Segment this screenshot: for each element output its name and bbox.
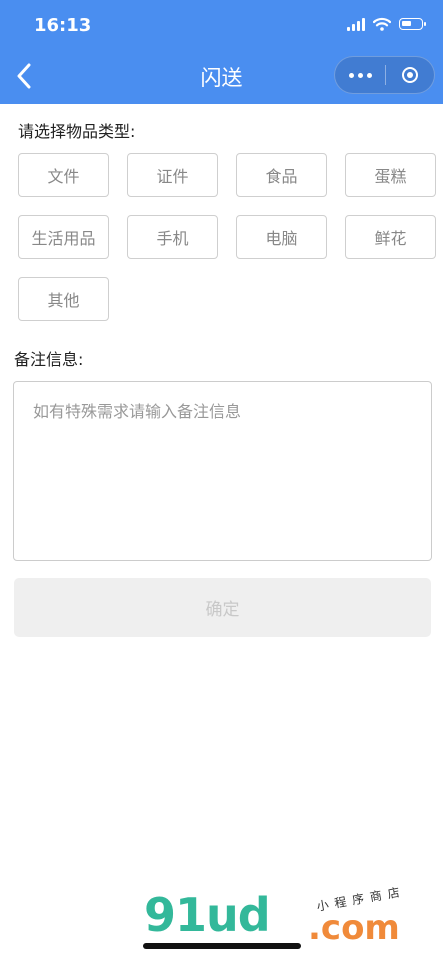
chip-computer[interactable]: 电脑 — [236, 215, 327, 259]
chip-other[interactable]: 其他 — [18, 277, 109, 321]
wifi-icon — [373, 17, 391, 31]
remarks-placeholder: 如有特殊需求请输入备注信息 — [33, 402, 242, 421]
status-icons — [347, 17, 426, 31]
chip-food[interactable]: 食品 — [236, 153, 327, 197]
close-miniprogram-button[interactable] — [386, 57, 434, 93]
watermark-suffix: .com — [308, 908, 400, 948]
chip-phone[interactable]: 手机 — [127, 215, 218, 259]
chip-flowers[interactable]: 鲜花 — [345, 215, 436, 259]
item-type-label: 请选择物品类型: — [18, 122, 136, 141]
target-icon — [402, 67, 418, 83]
watermark-main: 91ud — [144, 888, 271, 942]
remarks-label: 备注信息: — [14, 350, 84, 369]
confirm-button[interactable]: 确定 — [14, 578, 431, 637]
chip-cake[interactable]: 蛋糕 — [345, 153, 436, 197]
chip-file[interactable]: 文件 — [18, 153, 109, 197]
chip-id-document[interactable]: 证件 — [127, 153, 218, 197]
more-options-icon[interactable] — [335, 57, 385, 93]
battery-icon — [399, 18, 426, 30]
capsule-menu — [334, 56, 435, 94]
chip-daily-goods[interactable]: 生活用品 — [18, 215, 109, 259]
item-type-options: 文件 证件 食品 蛋糕 生活用品 手机 电脑 鲜花 其他 — [18, 153, 436, 321]
header: 16:13 闪送 — [0, 0, 443, 104]
status-time: 16:13 — [34, 15, 92, 36]
remarks-input[interactable]: 如有特殊需求请输入备注信息 — [13, 381, 432, 561]
home-indicator[interactable] — [143, 943, 301, 949]
signal-icon — [347, 17, 365, 31]
